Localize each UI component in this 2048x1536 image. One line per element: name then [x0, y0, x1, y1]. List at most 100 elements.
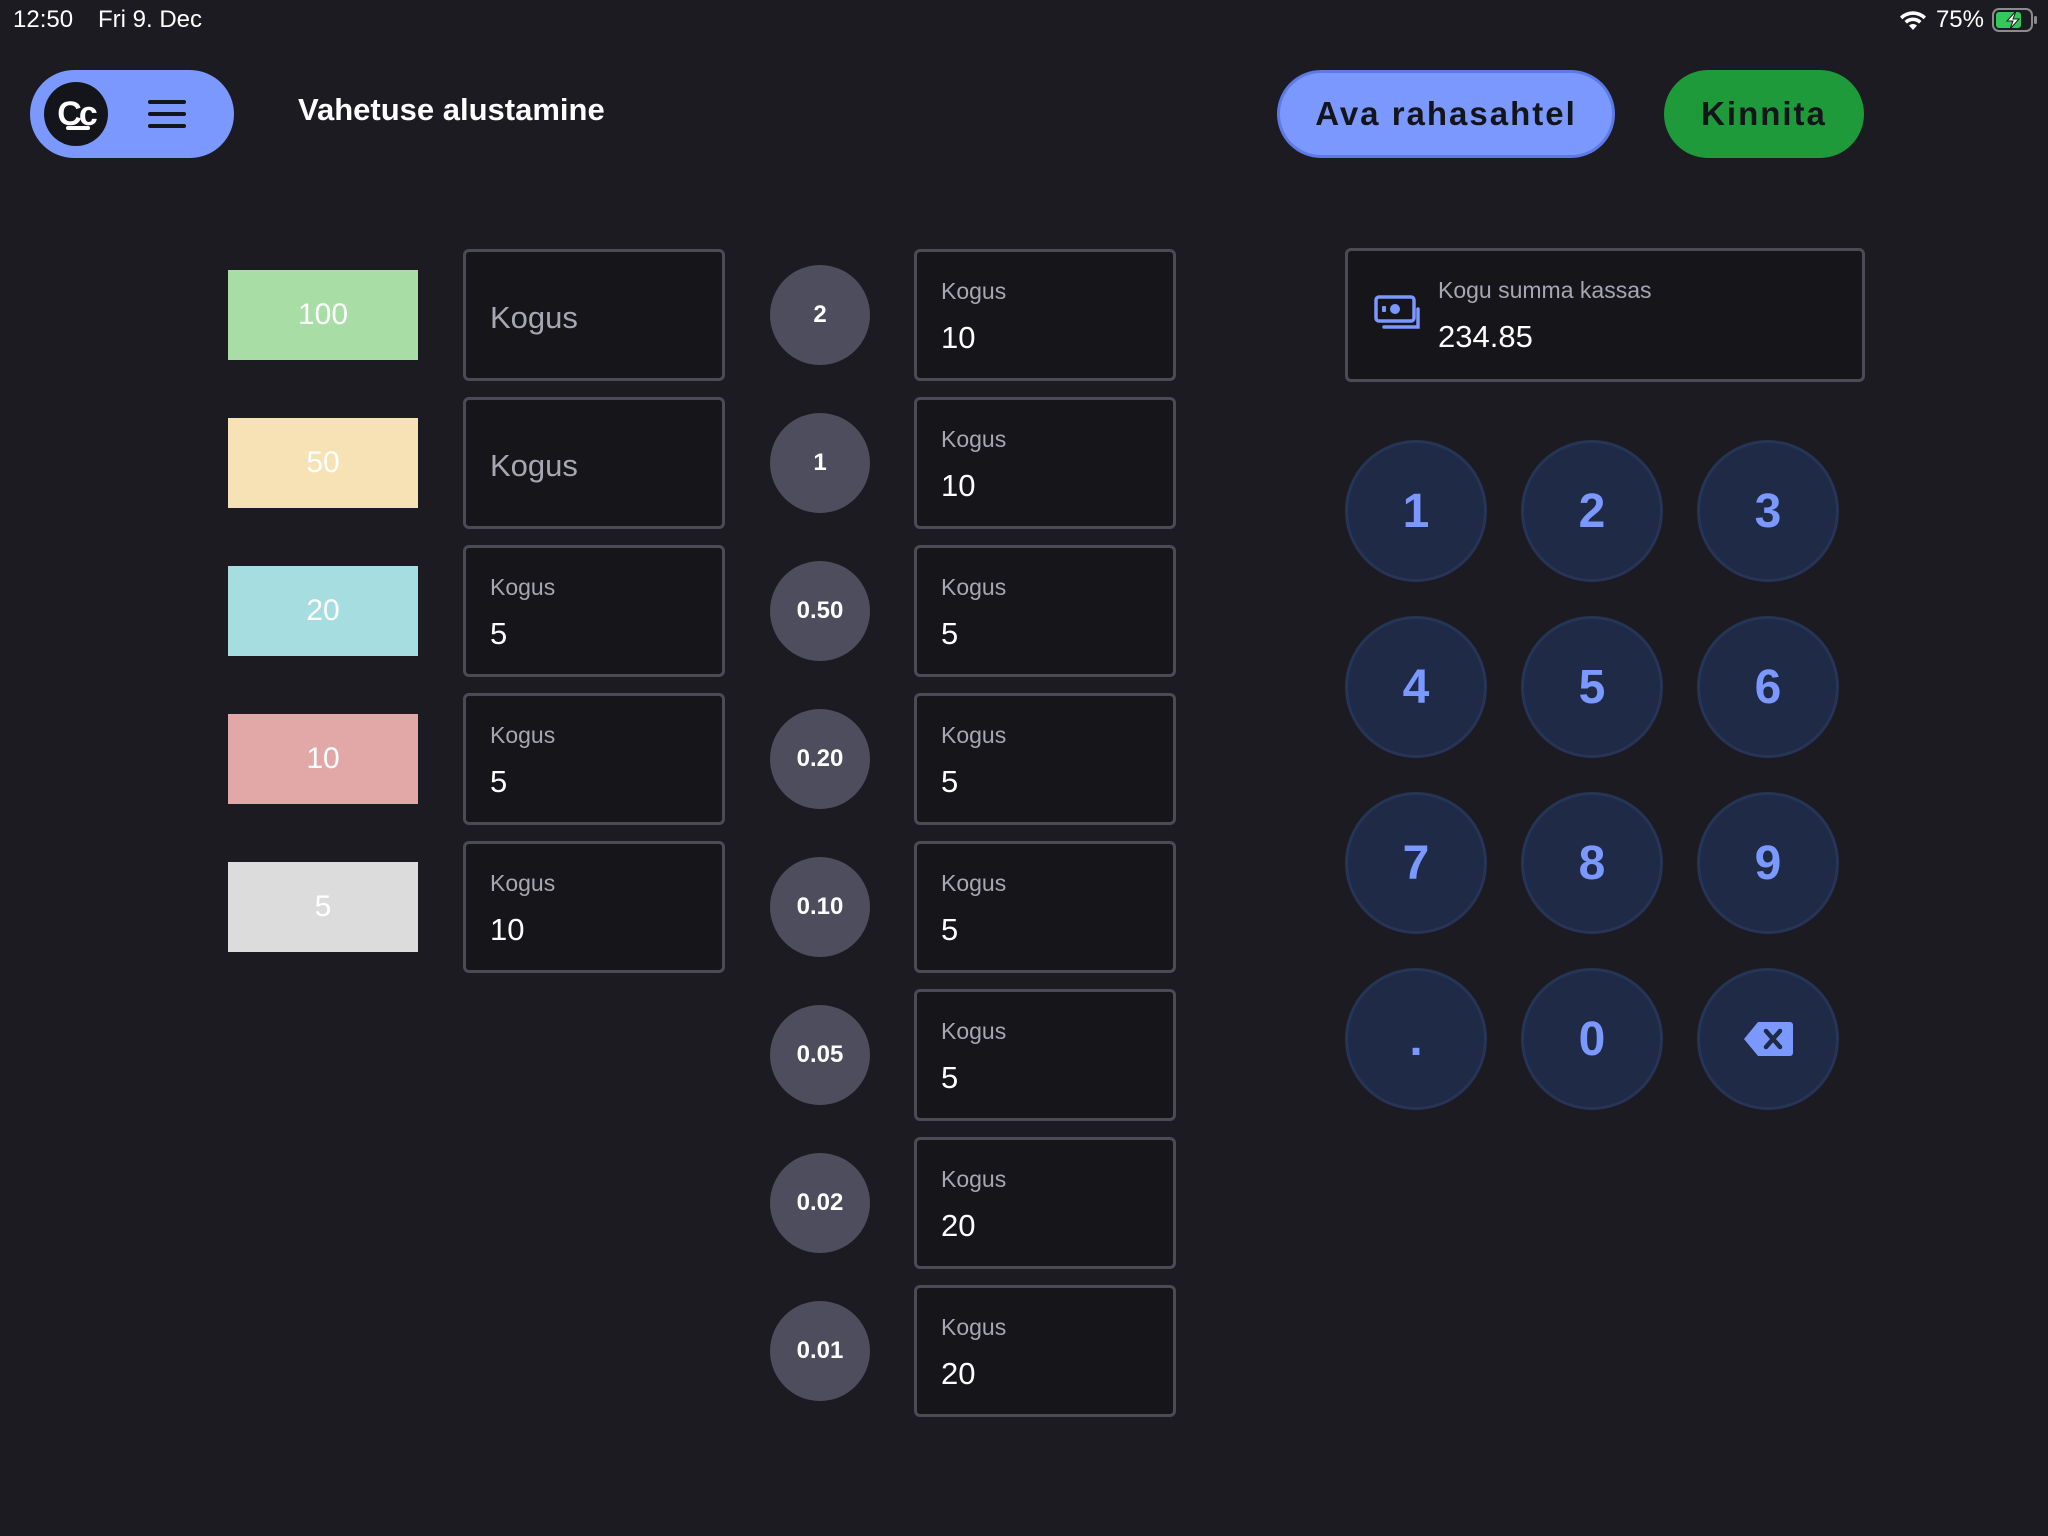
key-label: 7	[1402, 836, 1430, 890]
coin-value: 0.20	[796, 745, 844, 772]
quantity-value: 10	[941, 468, 976, 503]
total-label: Kogu summa kassas	[1438, 277, 1652, 303]
keypad-9[interactable]: 9	[1697, 792, 1839, 934]
app-logo: Cc	[44, 82, 108, 146]
quantity-label: Kogus	[941, 870, 1007, 896]
quantity-label: Kogus	[941, 278, 1007, 304]
key-label: 3	[1754, 484, 1782, 538]
logo-underline	[66, 126, 90, 130]
status-right: 75%	[1898, 4, 2038, 36]
keypad-decimal[interactable]: .	[1345, 968, 1487, 1110]
money-icon	[1374, 295, 1424, 340]
total-value: 234.85	[1438, 319, 1533, 354]
key-label: 2	[1578, 484, 1606, 538]
quantity-value: 5	[941, 912, 959, 947]
bill-20[interactable]: 20	[228, 566, 418, 656]
bill-100-quantity-field[interactable]: Kogus	[463, 249, 725, 381]
keypad-8[interactable]: 8	[1521, 792, 1663, 934]
keypad-2[interactable]: 2	[1521, 440, 1663, 582]
coin-0-20-quantity-field[interactable]: Kogus 5	[914, 693, 1176, 825]
quantity-label: Kogus	[941, 426, 1007, 452]
coin-1[interactable]: 1	[770, 413, 870, 513]
keypad-6[interactable]: 6	[1697, 616, 1839, 758]
key-label: 0	[1578, 1012, 1606, 1066]
page-title: Vahetuse alustamine	[298, 92, 605, 127]
coin-0-50-quantity-field[interactable]: Kogus 5	[914, 545, 1176, 677]
keypad-4[interactable]: 4	[1345, 616, 1487, 758]
keypad-7[interactable]: 7	[1345, 792, 1487, 934]
quantity-label: Kogus	[941, 1166, 1007, 1192]
bill-10-quantity-field[interactable]: Kogus 5	[463, 693, 725, 825]
keypad-1[interactable]: 1	[1345, 440, 1487, 582]
battery-icon	[1992, 8, 2038, 32]
coin-1-quantity-field[interactable]: Kogus 10	[914, 397, 1176, 529]
coin-value: 1	[813, 449, 827, 476]
quantity-label: Kogus	[941, 1018, 1007, 1044]
coin-value: 0.05	[796, 1041, 844, 1068]
bill-50[interactable]: 50	[228, 418, 418, 508]
quantity-value: 5	[941, 1060, 959, 1095]
quantity-value: 5	[490, 616, 508, 651]
bill-value: 100	[297, 298, 349, 331]
quantity-value: 20	[941, 1208, 976, 1243]
coin-0-01[interactable]: 0.01	[770, 1301, 870, 1401]
open-cash-drawer-button[interactable]: Ava rahasahtel	[1277, 70, 1615, 158]
quantity-label: Kogus	[941, 1314, 1007, 1340]
keypad-backspace[interactable]	[1697, 968, 1839, 1110]
coin-0-02-quantity-field[interactable]: Kogus 20	[914, 1137, 1176, 1269]
coin-0-50[interactable]: 0.50	[770, 561, 870, 661]
coin-value: 0.01	[796, 1337, 844, 1364]
key-label: 6	[1754, 660, 1782, 714]
coin-value: 0.50	[796, 597, 844, 624]
coin-value: 0.10	[796, 893, 844, 920]
quantity-label: Kogus	[490, 870, 556, 896]
coin-2-quantity-field[interactable]: Kogus 10	[914, 249, 1176, 381]
coin-value: 2	[813, 301, 827, 328]
bill-value: 50	[306, 446, 340, 479]
coin-0-05[interactable]: 0.05	[770, 1005, 870, 1105]
bill-5-quantity-field[interactable]: Kogus 10	[463, 841, 725, 973]
bill-50-quantity-field[interactable]: Kogus	[463, 397, 725, 529]
bill-value: 20	[306, 594, 340, 627]
quantity-value: 5	[941, 616, 959, 651]
keypad-3[interactable]: 3	[1697, 440, 1839, 582]
bill-10[interactable]: 10	[228, 714, 418, 804]
key-label: 8	[1578, 836, 1606, 890]
battery-percentage: 75%	[1935, 6, 1984, 33]
menu-button[interactable]: Cc	[30, 70, 234, 158]
status-date: Fri 9. Dec	[98, 6, 203, 33]
quantity-value: 20	[941, 1356, 976, 1391]
quantity-value: 5	[941, 764, 959, 799]
quantity-label: Kogus	[941, 574, 1007, 600]
quantity-value: 5	[490, 764, 508, 799]
bill-5[interactable]: 5	[228, 862, 418, 952]
total-amount-box: Kogu summa kassas 234.85	[1345, 248, 1865, 382]
coin-0-10[interactable]: 0.10	[770, 857, 870, 957]
coin-0-01-quantity-field[interactable]: Kogus 20	[914, 1285, 1176, 1417]
bill-20-quantity-field[interactable]: Kogus 5	[463, 545, 725, 677]
quantity-label: Kogus	[490, 574, 556, 600]
coin-0-05-quantity-field[interactable]: Kogus 5	[914, 989, 1176, 1121]
keypad-5[interactable]: 5	[1521, 616, 1663, 758]
status-time: 12:50	[13, 6, 74, 33]
backspace-icon	[1742, 1020, 1794, 1058]
confirm-button[interactable]: Kinnita	[1664, 70, 1864, 158]
key-label: 5	[1578, 660, 1606, 714]
hamburger-menu-icon	[148, 100, 186, 128]
coin-0-02[interactable]: 0.02	[770, 1153, 870, 1253]
coin-0-10-quantity-field[interactable]: Kogus 5	[914, 841, 1176, 973]
quantity-label: Kogus	[941, 722, 1007, 748]
coin-2[interactable]: 2	[770, 265, 870, 365]
app-root: 12:50 Fri 9. Dec 75% Cc Vahetuse alustam…	[0, 0, 2048, 1536]
key-label: 9	[1754, 836, 1782, 890]
key-label: .	[1409, 1012, 1423, 1066]
keypad-0[interactable]: 0	[1521, 968, 1663, 1110]
coin-value: 0.02	[796, 1189, 844, 1216]
quantity-label: Kogus	[490, 722, 556, 748]
wifi-icon	[1898, 8, 1928, 32]
key-label: 1	[1402, 484, 1430, 538]
bill-100[interactable]: 100	[228, 270, 418, 360]
quantity-value: 10	[490, 912, 525, 947]
quantity-value: 10	[941, 320, 976, 355]
coin-0-20[interactable]: 0.20	[770, 709, 870, 809]
